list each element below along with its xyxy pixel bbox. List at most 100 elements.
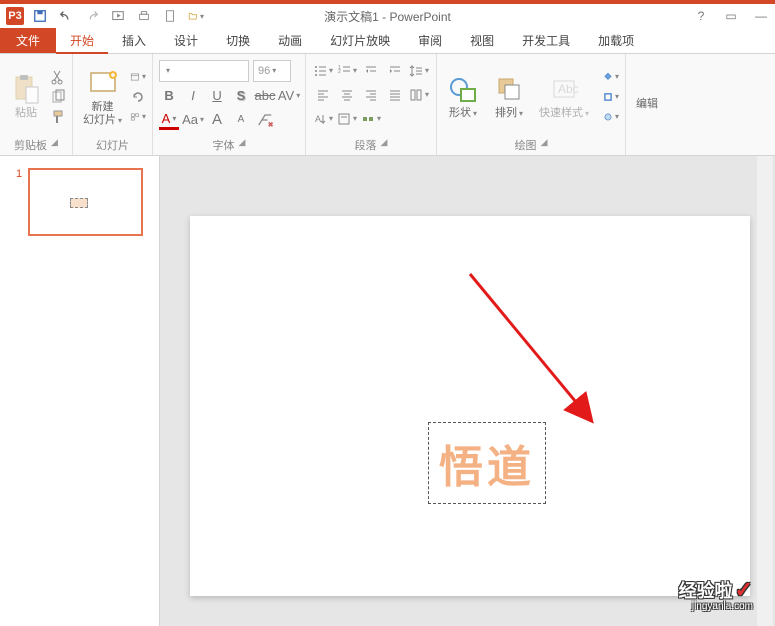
title-bar: P3 演示文稿1 - PowerPoint ? ▭ — [0,0,775,28]
format-painter-icon[interactable] [50,109,66,125]
save-icon[interactable] [32,8,48,24]
quick-styles-button[interactable]: Abc 快速样式 [535,71,593,122]
tab-slideshow[interactable]: 幻灯片放映 [316,28,404,53]
thumbnail-wordart [70,198,88,208]
grow-font-button[interactable]: A [207,110,227,130]
columns-button[interactable] [408,85,430,105]
wordart-container[interactable]: 悟道 [428,422,546,504]
shadow-button[interactable]: S [231,86,251,106]
group-font: 96 B I U S abc AV A Aa A A 字 [153,54,306,155]
annotation-arrow [460,264,610,437]
font-size-combo[interactable]: 96 [253,60,291,82]
clipboard-launcher-icon[interactable]: ◢ [51,137,58,153]
underline-button[interactable]: U [207,86,227,106]
shape-effects-icon[interactable] [603,109,619,125]
shape-outline-icon[interactable] [603,89,619,105]
group-slides: 新建 幻灯片 幻灯片 [73,54,153,155]
watermark-url: jingyanla.com [679,601,753,612]
indent-decrease-button[interactable] [360,61,382,81]
tab-review[interactable]: 审阅 [404,28,456,53]
checkmark-icon: ✓ [735,577,753,602]
drawing-launcher-icon[interactable]: ◢ [541,137,548,153]
powerpoint-icon: P3 [6,7,24,25]
window-controls: ? ▭ — [693,9,769,23]
tab-transition[interactable]: 切换 [212,28,264,53]
drawing-group-label: 绘图 [515,137,537,153]
strikethrough-button[interactable]: abc [255,86,275,106]
wordart-text: 悟道 [439,431,535,495]
tab-design[interactable]: 设计 [160,28,212,53]
tab-developer[interactable]: 开发工具 [508,28,584,53]
new-slide-label: 新建 幻灯片 [83,101,122,127]
vertical-scrollbar[interactable] [757,156,773,626]
slide-number: 1 [16,168,22,236]
slide-canvas[interactable]: 悟道 [190,216,750,596]
reset-icon[interactable] [130,89,146,105]
align-text-button[interactable] [336,109,358,129]
align-left-button[interactable] [312,85,334,105]
new-icon[interactable] [162,8,178,24]
collapse-ribbon-icon[interactable] [755,28,775,53]
change-case-button[interactable]: Aa [183,110,203,130]
quick-access-toolbar [32,8,204,24]
group-paragraph: 12 A 段落◢ [306,54,437,155]
justify-button[interactable] [384,85,406,105]
cut-icon[interactable] [50,69,66,85]
redo-icon[interactable] [84,8,100,24]
watermark: 经验啦✓ jingyanla.com [679,577,753,612]
align-center-button[interactable] [336,85,358,105]
new-slide-button[interactable]: 新建 幻灯片 [79,65,126,129]
smartart-button[interactable] [360,109,382,129]
clear-format-button[interactable] [255,110,275,130]
tab-home[interactable]: 开始 [56,28,108,54]
arrange-button[interactable]: 排列 [489,71,529,122]
ribbon-tabs: 文件 开始 插入 设计 切换 动画 幻灯片放映 审阅 视图 开发工具 加载项 [0,28,775,54]
indent-increase-button[interactable] [384,61,406,81]
print-icon[interactable] [136,8,152,24]
paragraph-group-label: 段落 [355,137,377,153]
bold-button[interactable]: B [159,86,179,106]
editing-button[interactable]: 编辑 [632,96,662,113]
italic-button[interactable]: I [183,86,203,106]
text-direction-button[interactable]: A [312,109,334,129]
bullets-button[interactable] [312,61,334,81]
paste-label: 粘贴 [15,107,37,120]
ribbon: 粘贴 剪贴板◢ 新建 幻灯片 幻灯片 [0,54,775,156]
tab-view[interactable]: 视图 [456,28,508,53]
layout-icon[interactable] [130,69,146,85]
shrink-font-button[interactable]: A [231,110,251,130]
font-color-button[interactable]: A [159,110,179,130]
font-launcher-icon[interactable]: ◢ [239,137,246,153]
tab-animation[interactable]: 动画 [264,28,316,53]
document-title: 演示文稿1 - PowerPoint [324,8,451,25]
shapes-button[interactable]: 形状 [443,71,483,122]
paste-button[interactable]: 粘贴 [6,71,46,122]
tab-file[interactable]: 文件 [0,28,56,53]
align-right-button[interactable] [360,85,382,105]
font-group-label: 字体 [213,137,235,153]
open-icon[interactable] [188,8,204,24]
arrange-icon [493,73,525,105]
ribbon-options-button[interactable]: ▭ [723,9,739,23]
numbering-button[interactable]: 12 [336,61,358,81]
undo-icon[interactable] [58,8,74,24]
tab-insert[interactable]: 插入 [108,28,160,53]
char-spacing-button[interactable]: AV [279,86,299,106]
slideshow-icon[interactable] [110,8,126,24]
quick-styles-label: 快速样式 [539,107,589,120]
editing-label: 编辑 [636,98,658,111]
slide-thumbnail-1[interactable] [28,168,143,236]
paragraph-launcher-icon[interactable]: ◢ [381,137,388,153]
font-name-combo[interactable] [159,60,249,82]
tab-addins[interactable]: 加载项 [584,28,648,53]
shape-fill-icon[interactable] [603,69,619,85]
watermark-text: 经验啦 [679,581,733,601]
line-spacing-button[interactable] [408,61,430,81]
svg-text:Abc: Abc [558,82,579,96]
slides-group-label: 幻灯片 [96,137,129,153]
minimize-button[interactable]: — [753,9,769,23]
copy-icon[interactable] [50,89,66,105]
help-button[interactable]: ? [693,9,709,23]
section-icon[interactable] [130,109,146,125]
svg-text:2: 2 [338,69,341,75]
